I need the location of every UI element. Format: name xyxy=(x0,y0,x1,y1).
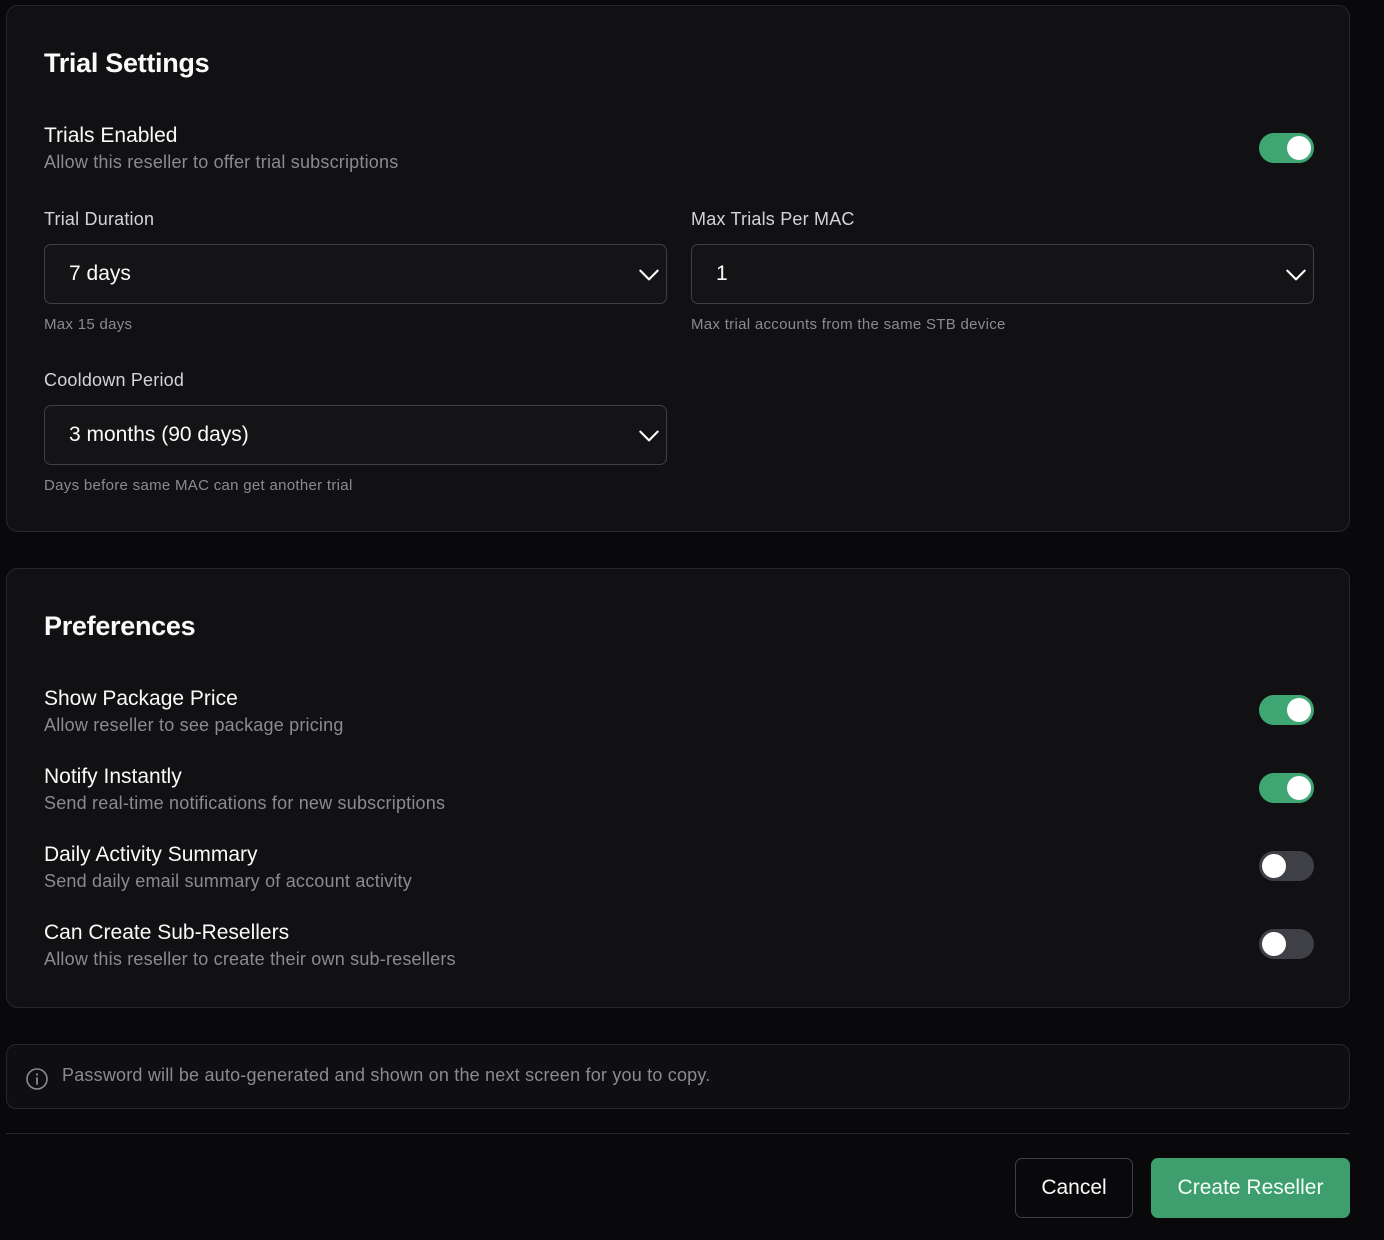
chevron-down-icon xyxy=(639,430,659,442)
trial-duration-value: 7 days xyxy=(69,262,131,285)
trial-duration-select[interactable]: 7 days xyxy=(44,244,667,304)
preference-description: Allow this reseller to create their own … xyxy=(44,949,456,969)
preferences-title: Preferences xyxy=(44,611,196,641)
info-icon xyxy=(26,1068,48,1090)
cooldown-label: Cooldown Period xyxy=(44,370,185,390)
preference-title: Show Package Price xyxy=(44,687,238,710)
preference-description: Send real-time notifications for new sub… xyxy=(44,793,446,813)
chevron-down-icon xyxy=(1286,269,1306,281)
trials-enabled-title: Trials Enabled xyxy=(44,124,178,147)
toggle-knob xyxy=(1262,854,1286,878)
toggle-knob xyxy=(1287,136,1311,160)
info-text: Password will be auto-generated and show… xyxy=(62,1065,711,1085)
cooldown-hint: Days before same MAC can get another tri… xyxy=(44,477,353,494)
max-trials-label: Max Trials Per MAC xyxy=(691,209,855,229)
notify-instantly-toggle[interactable] xyxy=(1259,773,1314,803)
trials-enabled-toggle[interactable] xyxy=(1259,133,1314,163)
daily-activity-summary-toggle[interactable] xyxy=(1259,851,1314,881)
trial-duration-label: Trial Duration xyxy=(44,209,155,229)
trials-enabled-description: Allow this reseller to offer trial subsc… xyxy=(44,152,399,172)
preference-title: Notify Instantly xyxy=(44,765,182,788)
cooldown-value: 3 months (90 days) xyxy=(69,423,249,446)
can-create-sub-resellers-toggle[interactable] xyxy=(1259,929,1314,959)
toggle-knob xyxy=(1287,776,1311,800)
max-trials-value: 1 xyxy=(716,262,728,285)
max-trials-select[interactable]: 1 xyxy=(691,244,1314,304)
toggle-knob xyxy=(1287,698,1311,722)
cancel-button[interactable]: Cancel xyxy=(1015,1158,1133,1218)
max-trials-hint: Max trial accounts from the same STB dev… xyxy=(691,316,1006,333)
preference-title: Daily Activity Summary xyxy=(44,843,258,866)
trial-duration-hint: Max 15 days xyxy=(44,316,133,333)
footer-divider xyxy=(6,1133,1350,1134)
preferences-card: Preferences Show Package Price Allow res… xyxy=(6,568,1350,1008)
cooldown-select[interactable]: 3 months (90 days) xyxy=(44,405,667,465)
trial-settings-title: Trial Settings xyxy=(44,48,210,78)
chevron-down-icon xyxy=(639,269,659,281)
password-info-box: Password will be auto-generated and show… xyxy=(6,1044,1350,1109)
show-package-price-toggle[interactable] xyxy=(1259,695,1314,725)
preference-description: Allow reseller to see package pricing xyxy=(44,715,344,735)
preference-description: Send daily email summary of account acti… xyxy=(44,871,412,891)
trial-settings-card: Trial Settings Trials Enabled Allow this… xyxy=(6,5,1350,532)
preference-title: Can Create Sub-Resellers xyxy=(44,921,290,944)
toggle-knob xyxy=(1262,932,1286,956)
create-reseller-button[interactable]: Create Reseller xyxy=(1151,1158,1350,1218)
